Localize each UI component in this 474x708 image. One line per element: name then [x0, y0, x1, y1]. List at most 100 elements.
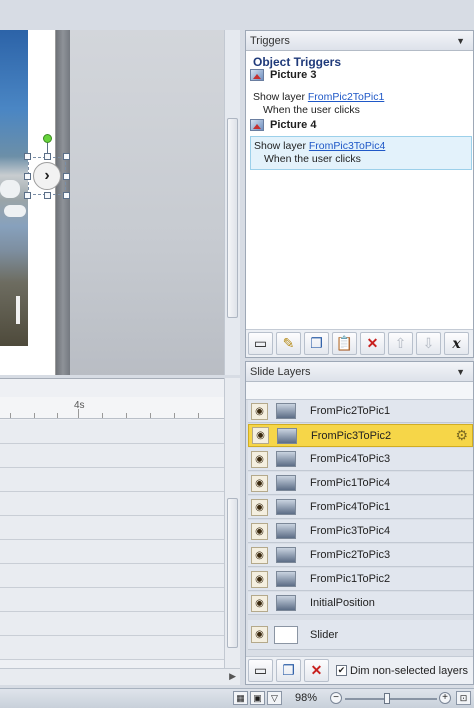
triggers-panel: Triggers ▼ Object Triggers Picture 3 Sho…	[245, 30, 474, 358]
timeline-row[interactable]	[0, 420, 224, 444]
timeline-row[interactable]	[0, 636, 224, 660]
trigger-object-picture-4[interactable]: Picture 4	[250, 119, 316, 131]
ruler-tick	[10, 413, 11, 418]
trigger-condition: When the user clicks	[264, 153, 361, 165]
move-up-button[interactable]: ⇧	[388, 332, 413, 355]
new-trigger-button[interactable]: ▭	[248, 332, 273, 355]
triggers-toolbar: ▭ ✎ ❐ 📋 ✕ ⇧ ⇩ x	[246, 329, 473, 357]
timeline-row[interactable]	[0, 612, 224, 636]
next-arrow-button[interactable]: ›	[33, 162, 61, 190]
slide-layers-header[interactable]: Slide Layers ▼	[246, 362, 473, 382]
copy-icon: ❐	[310, 335, 323, 351]
zoom-in-button[interactable]: +	[439, 692, 451, 704]
paste-button[interactable]: 📋	[332, 332, 357, 355]
panel-menu-icon[interactable]: ▼	[456, 31, 465, 51]
resize-handle[interactable]	[63, 173, 70, 180]
eye-icon[interactable]: ◉	[251, 498, 268, 516]
zoom-slider-thumb[interactable]	[384, 693, 390, 704]
slide-canvas[interactable]: ›	[0, 30, 240, 375]
preview-view-button[interactable]: ▽	[267, 691, 282, 705]
delete-layer-button[interactable]: ✕	[304, 659, 329, 682]
ruler-tick	[126, 413, 127, 418]
trigger-layer-link[interactable]: FromPic2ToPic1	[308, 91, 384, 103]
timeline-row[interactable]	[0, 492, 224, 516]
new-trigger-icon: ▭	[253, 335, 268, 351]
triggers-header[interactable]: Triggers ▼	[246, 31, 473, 51]
resize-handle[interactable]	[44, 153, 51, 160]
timeline-row[interactable]	[0, 540, 224, 564]
zoom-out-button[interactable]: −	[330, 692, 342, 704]
base-layer-row[interactable]: ◉ Slider	[248, 620, 473, 650]
resize-handle[interactable]	[44, 192, 51, 199]
zoom-slider-track[interactable]	[345, 698, 437, 700]
scrollbar-thumb[interactable]	[227, 498, 238, 648]
resize-handle[interactable]	[63, 192, 70, 199]
layer-row[interactable]: ◉ FromPic1ToPic4	[248, 472, 473, 495]
chevron-right-icon: ›	[44, 167, 50, 184]
layer-name: InitialPosition	[310, 597, 375, 609]
timeline-vertical-scrollbar[interactable]	[224, 378, 240, 668]
dim-layers-option[interactable]: ✔ Dim non-selected layers	[336, 665, 468, 677]
layer-thumbnail	[276, 499, 296, 515]
dim-layers-label: Dim non-selected layers	[350, 664, 468, 677]
timeline-panel[interactable]: 4s	[0, 378, 240, 685]
eye-icon[interactable]: ◉	[251, 450, 268, 468]
trigger-item-selected[interactable]: Show layer FromPic3ToPic4 When the user …	[250, 136, 472, 170]
eye-icon[interactable]: ◉	[252, 427, 269, 444]
resize-handle[interactable]	[24, 173, 31, 180]
edit-trigger-button[interactable]: ✎	[276, 332, 301, 355]
timeline-row[interactable]	[0, 468, 224, 492]
variable-icon: x	[452, 335, 461, 352]
picture-icon	[250, 119, 264, 131]
scroll-right-icon[interactable]: ▶	[229, 671, 236, 682]
slide-view-button[interactable]: ▣	[250, 691, 265, 705]
edit-trigger-icon: ✎	[282, 335, 295, 351]
eye-icon[interactable]: ◉	[251, 546, 268, 564]
duplicate-layer-button[interactable]: ❐	[276, 659, 301, 682]
timeline-row[interactable]	[0, 564, 224, 588]
trigger-layer-link[interactable]: FromPic3ToPic4	[309, 140, 385, 152]
layer-row[interactable]: ◉ FromPic4ToPic1	[248, 496, 473, 519]
gear-icon[interactable]: ⚙	[455, 427, 468, 444]
resize-handle[interactable]	[24, 192, 31, 199]
ruler-tick	[174, 413, 175, 418]
resize-handle[interactable]	[24, 153, 31, 160]
dim-layers-checkbox[interactable]: ✔	[336, 665, 347, 676]
layer-row[interactable]: ◉ FromPic2ToPic3	[248, 544, 473, 567]
timeline-row[interactable]	[0, 444, 224, 468]
timeline-ruler[interactable]: 4s	[0, 397, 224, 419]
rotation-handle[interactable]	[43, 134, 52, 143]
resize-handle[interactable]	[63, 153, 70, 160]
eye-icon[interactable]: ◉	[251, 570, 268, 588]
timeline-row[interactable]	[0, 516, 224, 540]
panel-menu-icon[interactable]: ▼	[456, 362, 465, 382]
timeline-horizontal-scrollbar[interactable]: ▶	[0, 668, 240, 685]
eye-icon[interactable]: ◉	[251, 594, 268, 612]
layer-thumbnail	[274, 625, 298, 644]
copy-button[interactable]: ❐	[304, 332, 329, 355]
trigger-object-picture-3[interactable]: Picture 3	[250, 69, 316, 81]
layer-row[interactable]: ◉ FromPic1ToPic2	[248, 568, 473, 591]
layer-row[interactable]: ◉ FromPic2ToPic1	[248, 400, 473, 423]
scrollbar-thumb[interactable]	[227, 118, 238, 318]
normal-view-button[interactable]: ▦	[233, 691, 248, 705]
trigger-item[interactable]: Show layer FromPic2ToPic1 When the user …	[250, 88, 472, 120]
ruler-tick	[57, 413, 58, 418]
layer-row[interactable]: ◉ FromPic4ToPic3	[248, 448, 473, 471]
layer-row[interactable]: ◉ FromPic3ToPic4	[248, 520, 473, 543]
eye-icon[interactable]: ◉	[251, 402, 268, 420]
layer-row-selected[interactable]: ◉ FromPic3ToPic2 ⚙	[248, 424, 473, 447]
move-down-button[interactable]: ⇩	[416, 332, 441, 355]
new-layer-button[interactable]: ▭	[248, 659, 273, 682]
canvas-vertical-scrollbar[interactable]	[224, 30, 240, 375]
eye-icon[interactable]: ◉	[251, 626, 268, 643]
slide-page[interactable]	[0, 30, 56, 375]
eye-icon[interactable]: ◉	[251, 474, 268, 492]
timeline-row[interactable]	[0, 588, 224, 612]
preview-icon: ▽	[271, 692, 278, 703]
eye-icon[interactable]: ◉	[251, 522, 268, 540]
fit-to-window-button[interactable]: ⊡	[456, 691, 471, 705]
layer-row[interactable]: ◉ InitialPosition	[248, 592, 473, 615]
delete-trigger-button[interactable]: ✕	[360, 332, 385, 355]
variables-button[interactable]: x	[444, 332, 469, 355]
